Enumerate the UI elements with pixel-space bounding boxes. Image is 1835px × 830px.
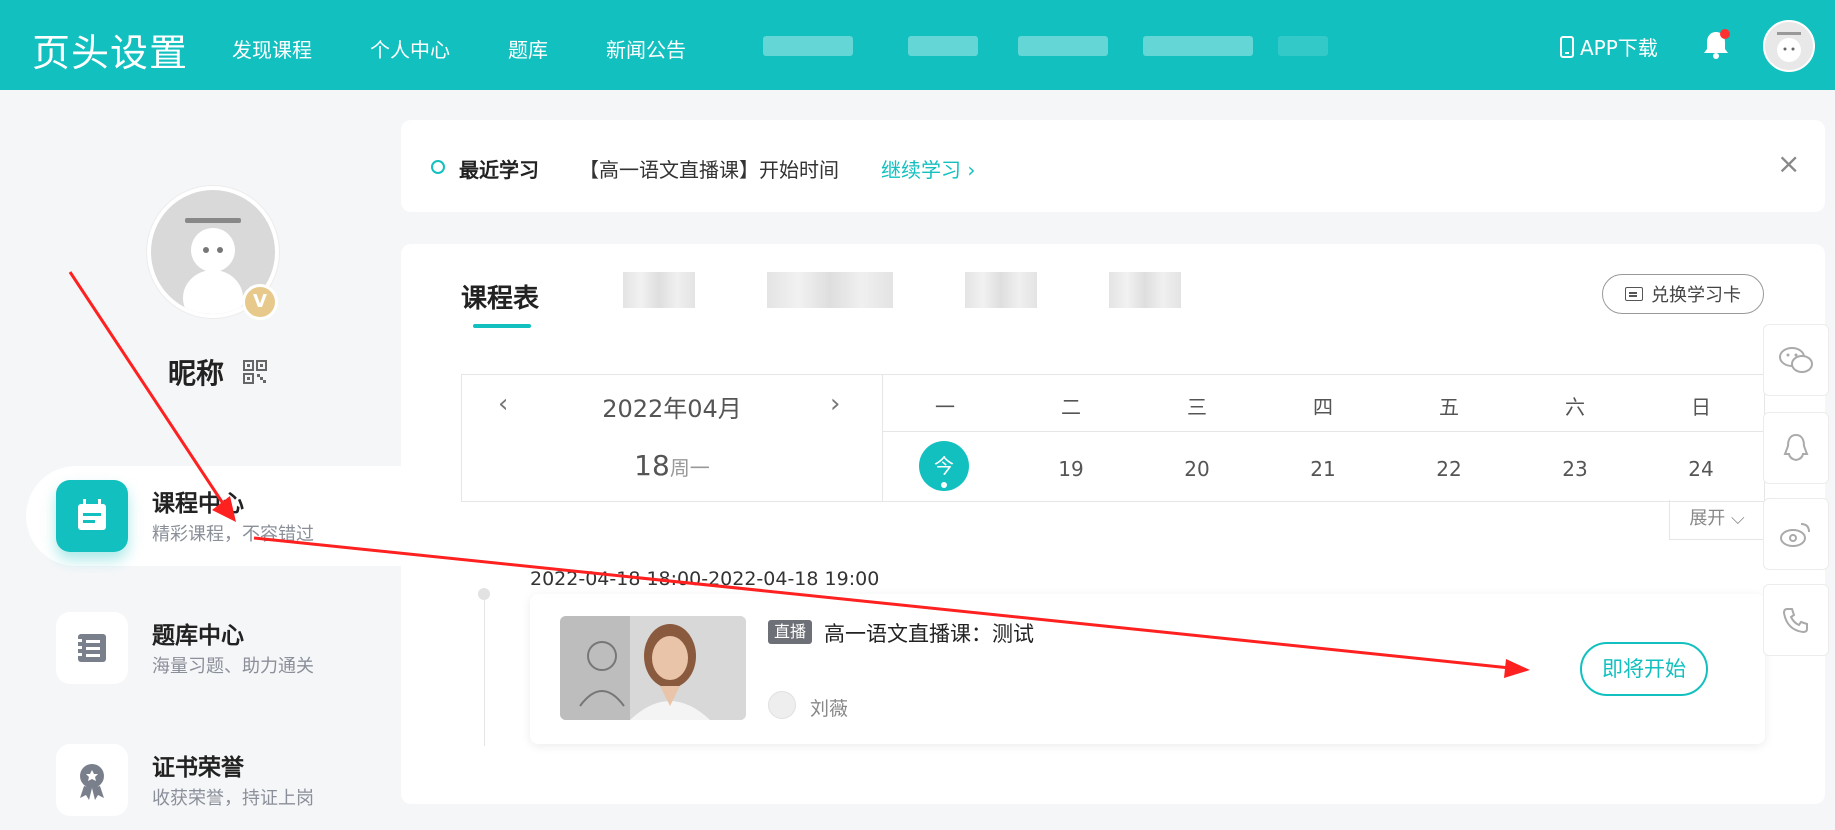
blurred-tab[interactable] [965,272,1037,308]
has-lesson-dot [941,482,947,488]
wechat-icon [1779,347,1813,373]
user-avatar-top[interactable] [1763,20,1815,72]
sidebar-item-certificates[interactable]: 证书荣誉 收获荣誉，持证上岗 [26,730,402,830]
sidebar-item-label: 题库中心 [152,623,244,649]
blurred-nav-item[interactable] [1018,36,1108,56]
blurred-nav-item[interactable] [1143,36,1253,56]
selected-day-weekday: 周一 [669,456,710,480]
calendar-month: 2022年04月 [602,395,742,423]
main-nav: 发现课程 个人中心 题库 新闻公告 [232,34,744,63]
course-calendar-icon [56,480,128,552]
calendar-date[interactable]: 22 [1386,457,1512,481]
teacher-name: 刘薇 [810,698,849,720]
blurred-tab[interactable] [767,272,893,308]
phone-icon [1782,608,1808,634]
weekday-label: 六 [1565,395,1585,419]
default-avatar-icon [1777,32,1801,62]
nav-item-news[interactable]: 新闻公告 [606,34,686,63]
blurred-tab[interactable] [1109,272,1181,308]
sidebar-item-label: 证书荣誉 [152,755,244,781]
selected-day-number: 18 [634,449,670,482]
lesson-title[interactable]: 高一语文直播课：测试 [824,618,1034,648]
site-logo[interactable]: 页头设置 [32,22,188,77]
nav-item-personal[interactable]: 个人中心 [370,34,450,63]
blurred-tab[interactable] [623,272,695,308]
calendar-date[interactable]: 23 [1512,457,1638,481]
live-tag-badge: 直播 [768,620,812,644]
weibo-button[interactable] [1763,498,1829,570]
weekday-label: 二 [1061,395,1081,419]
blurred-nav-item[interactable] [908,36,978,56]
calendar-date[interactable]: 19 [1008,457,1134,481]
calendar-date[interactable]: 20 [1134,457,1260,481]
sidebar-item-subtitle: 海量习题、助力通关 [152,656,314,677]
teacher-photo-image [560,616,746,720]
weibo-icon [1780,523,1810,547]
card-icon [1625,287,1643,301]
schedule-panel: 课程表 兑换学习卡 ‹ 2022年04月 › 18周一 一 二 三 四 五 六 … [401,244,1825,804]
blurred-nav-item[interactable] [1278,36,1328,56]
vip-badge-icon: V [242,284,278,320]
notification-bell-icon[interactable] [1701,28,1731,60]
sidebar-item-subtitle: 收获荣誉，持证上岗 [152,788,314,809]
calendar-date[interactable]: 21 [1260,457,1386,481]
wechat-button[interactable] [1763,324,1829,396]
recent-course-title: 【高一语文直播课】开始时间 [579,158,839,182]
redeem-card-label: 兑换学习卡 [1651,285,1741,306]
weekday-label: 五 [1439,395,1459,419]
app-download-label: APP下载 [1580,36,1658,60]
mobile-phone-icon [1560,35,1574,58]
lesson-card[interactable]: 直播 高一语文直播课：测试 刘薇 即将开始 [530,594,1765,744]
sidebar-item-subtitle: 精彩课程，不容错过 [152,524,314,545]
question-bank-icon [56,612,128,684]
sidebar-item-course-center[interactable]: 课程中心 精彩课程，不容错过 [26,466,402,566]
sidebar-item-label: 课程中心 [152,491,244,517]
lesson-thumbnail[interactable] [560,616,746,720]
qq-button[interactable] [1763,412,1829,484]
starting-soon-button[interactable]: 即将开始 [1580,642,1708,696]
calendar-month-panel: ‹ 2022年04月 › 18周一 [462,375,883,501]
timeline-line [484,596,485,746]
phone-button[interactable] [1763,584,1829,656]
calendar-week-grid: 一 二 三 四 五 六 日 今 19 20 21 22 23 24 [882,375,1764,501]
weekday-label: 日 [1691,395,1711,419]
expand-calendar-button[interactable]: 展开 ⌵ [1669,500,1765,540]
weekday-label: 一 [935,395,955,419]
redeem-card-button[interactable]: 兑换学习卡 [1602,274,1764,314]
recent-study-bar: 最近学习 【高一语文直播课】开始时间 继续学习 › × [401,120,1825,212]
chevron-right-icon[interactable]: › [830,389,840,419]
recent-study-label: 最近学习 [459,158,539,182]
sidebar-item-question-center[interactable]: 题库中心 海量习题、助力通关 [26,598,402,698]
qq-icon [1783,433,1809,462]
top-navbar: 页头设置 发现课程 个人中心 题库 新闻公告 APP下载 [0,0,1835,90]
calendar-date[interactable]: 24 [1638,457,1764,481]
continue-study-link[interactable]: 继续学习 › [881,154,975,183]
selected-day: 18周一 [462,449,882,482]
teacher-avatar-icon [768,691,796,719]
weekday-label: 三 [1187,395,1207,419]
app-download-link[interactable]: APP下载 [1560,32,1658,61]
active-tab-indicator [473,324,531,328]
blurred-nav-item[interactable] [763,36,853,56]
clock-icon [431,160,445,174]
nav-item-question-bank[interactable]: 题库 [508,34,548,63]
lesson-time-range: 2022-04-18 18:00-2022-04-18 19:00 [530,568,880,590]
user-nickname: 昵称 [168,357,225,390]
nav-item-discover[interactable]: 发现课程 [232,34,312,63]
weekday-label: 四 [1313,395,1333,419]
qr-code-icon[interactable] [243,360,267,384]
timeline-dot [478,588,490,600]
week-calendar: ‹ 2022年04月 › 18周一 一 二 三 四 五 六 日 今 19 20 … [461,374,1765,502]
close-icon[interactable]: × [1777,150,1800,178]
tab-schedule[interactable]: 课程表 [461,278,539,315]
weekday-header-row: 一 二 三 四 五 六 日 [882,375,1764,432]
certificate-medal-icon [56,744,128,816]
